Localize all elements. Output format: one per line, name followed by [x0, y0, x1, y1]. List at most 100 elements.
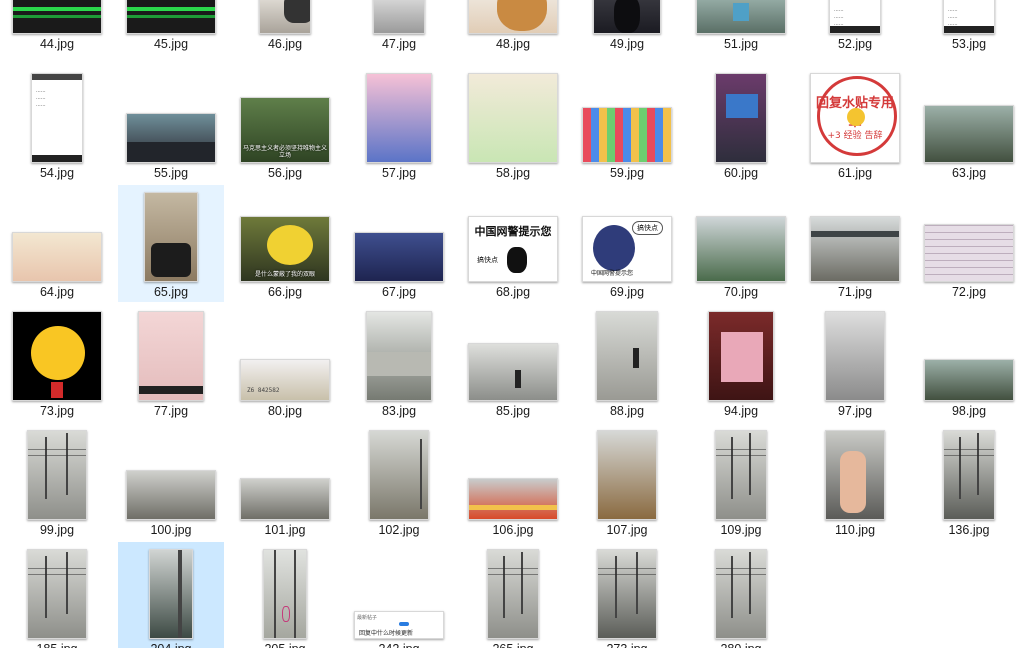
file-tile[interactable]: 83.jpg [346, 304, 452, 421]
file-tile[interactable]: 47.jpg [346, 0, 452, 54]
file-tile[interactable]: Z6 842582 80.jpg [232, 304, 338, 421]
image-thumbnail[interactable] [597, 549, 657, 639]
file-tile[interactable]: 88.jpg [574, 304, 680, 421]
image-thumbnail[interactable]: .................. [829, 0, 881, 34]
file-tile[interactable]: 49.jpg [574, 0, 680, 54]
image-thumbnail[interactable] [924, 359, 1014, 401]
image-thumbnail[interactable] [596, 311, 658, 401]
file-tile[interactable]: 63.jpg [916, 66, 1021, 183]
file-tile[interactable]: 59.jpg [574, 66, 680, 183]
image-thumbnail[interactable] [597, 430, 657, 520]
file-tile[interactable]: 45.jpg [118, 0, 224, 54]
image-thumbnail[interactable] [259, 0, 311, 34]
image-thumbnail[interactable] [825, 311, 885, 401]
image-thumbnail[interactable] [468, 73, 558, 163]
image-thumbnail[interactable] [487, 549, 539, 639]
image-thumbnail[interactable] [366, 311, 432, 401]
image-thumbnail[interactable] [27, 430, 87, 520]
image-thumbnail[interactable] [126, 470, 216, 520]
image-thumbnail[interactable]: Z6 842582 [240, 359, 330, 401]
file-tile[interactable]: 280.jpg [688, 542, 794, 648]
image-thumbnail[interactable]: .................. [31, 73, 83, 163]
image-thumbnail[interactable] [715, 430, 767, 520]
image-thumbnail[interactable] [708, 311, 774, 401]
file-tile[interactable]: 100.jpg [118, 423, 224, 540]
image-thumbnail[interactable] [27, 549, 87, 639]
image-thumbnail[interactable] [810, 216, 900, 282]
image-thumbnail[interactable]: 是什么蒙蔽了我的双眼 [240, 216, 330, 282]
image-thumbnail[interactable]: 中国网警提示您 搞快点 [468, 216, 558, 282]
image-thumbnail[interactable] [354, 232, 444, 282]
file-tile[interactable]: 搞快点 中国网警提示您 69.jpg [574, 185, 680, 302]
image-thumbnail[interactable] [468, 478, 558, 520]
image-thumbnail[interactable] [924, 105, 1014, 163]
image-thumbnail[interactable]: 马克思主义者必须坚持唯物主义立场 [240, 97, 330, 163]
image-thumbnail[interactable] [126, 113, 216, 163]
file-tile[interactable]: 73.jpg [4, 304, 110, 421]
image-thumbnail[interactable] [468, 0, 558, 34]
file-tile[interactable]: 273.jpg [574, 542, 680, 648]
image-thumbnail[interactable] [126, 0, 216, 34]
image-thumbnail[interactable] [12, 311, 102, 401]
file-tile[interactable]: 101.jpg [232, 423, 338, 540]
image-thumbnail[interactable] [138, 311, 204, 401]
file-tile[interactable]: 回复水贴专用章+3 经验 告辞 61.jpg [802, 66, 908, 183]
file-tile[interactable]: 265.jpg [460, 542, 566, 648]
file-tile[interactable]: 60.jpg [688, 66, 794, 183]
file-tile[interactable]: 是什么蒙蔽了我的双眼 66.jpg [232, 185, 338, 302]
file-tile[interactable]: 46.jpg [232, 0, 338, 54]
file-tile[interactable]: 51.jpg [688, 0, 794, 54]
file-tile[interactable]: .................. 54.jpg [4, 66, 110, 183]
image-thumbnail[interactable] [263, 549, 307, 639]
image-thumbnail[interactable] [943, 430, 995, 520]
file-tile[interactable]: 77.jpg [118, 304, 224, 421]
file-tile[interactable]: 55.jpg [118, 66, 224, 183]
file-tile[interactable]: 马克思主义者必须坚持唯物主义立场 56.jpg [232, 66, 338, 183]
file-tile[interactable]: 106.jpg [460, 423, 566, 540]
image-thumbnail[interactable]: 回复水贴专用章+3 经验 告辞 [810, 73, 900, 163]
image-thumbnail[interactable] [12, 232, 102, 282]
file-tile[interactable]: 67.jpg [346, 185, 452, 302]
image-thumbnail[interactable]: .................. [943, 0, 995, 34]
file-tile[interactable]: 最新帖子回复中什么时候更新 242.jpg [346, 542, 452, 648]
image-thumbnail[interactable] [715, 73, 767, 163]
file-tile[interactable]: 58.jpg [460, 66, 566, 183]
image-thumbnail[interactable] [924, 224, 1014, 282]
file-tile[interactable]: 109.jpg [688, 423, 794, 540]
image-thumbnail[interactable] [715, 549, 767, 639]
file-tile[interactable]: 中国网警提示您 搞快点 68.jpg [460, 185, 566, 302]
image-thumbnail[interactable] [696, 216, 786, 282]
file-tile[interactable]: 94.jpg [688, 304, 794, 421]
image-thumbnail[interactable] [144, 192, 198, 282]
file-tile[interactable]: 71.jpg [802, 185, 908, 302]
file-tile[interactable]: .................. 53.jpg [916, 0, 1021, 54]
file-tile[interactable]: 85.jpg [460, 304, 566, 421]
file-tile[interactable]: 98.jpg [916, 304, 1021, 421]
file-tile[interactable]: 44.jpg [4, 0, 110, 54]
image-thumbnail[interactable] [825, 430, 885, 520]
image-thumbnail[interactable] [12, 0, 102, 34]
image-thumbnail[interactable] [468, 343, 558, 401]
file-tile[interactable]: 107.jpg [574, 423, 680, 540]
image-thumbnail[interactable] [366, 73, 432, 163]
file-tile[interactable]: .................. 52.jpg [802, 0, 908, 54]
image-thumbnail[interactable] [696, 0, 786, 34]
file-tile[interactable]: 48.jpg [460, 0, 566, 54]
image-thumbnail[interactable] [593, 0, 661, 34]
file-tile[interactable]: 99.jpg [4, 423, 110, 540]
file-tile[interactable]: 204.jpg [118, 542, 224, 648]
file-tile[interactable]: 110.jpg [802, 423, 908, 540]
file-tile[interactable]: 205.jpg [232, 542, 338, 648]
file-tile[interactable]: 72.jpg [916, 185, 1021, 302]
file-tile[interactable]: 64.jpg [4, 185, 110, 302]
file-tile[interactable]: 70.jpg [688, 185, 794, 302]
image-thumbnail[interactable]: 搞快点 中国网警提示您 [582, 216, 672, 282]
image-thumbnail[interactable]: 最新帖子 回复中什么时候更新 [354, 611, 444, 639]
file-tile[interactable]: 65.jpg [118, 185, 224, 302]
image-thumbnail[interactable] [582, 107, 672, 163]
image-thumbnail[interactable] [240, 478, 330, 520]
image-thumbnail[interactable] [369, 430, 429, 520]
file-tile[interactable]: 185.jpg [4, 542, 110, 648]
image-thumbnail[interactable] [373, 0, 425, 34]
file-tile[interactable]: 136.jpg [916, 423, 1021, 540]
